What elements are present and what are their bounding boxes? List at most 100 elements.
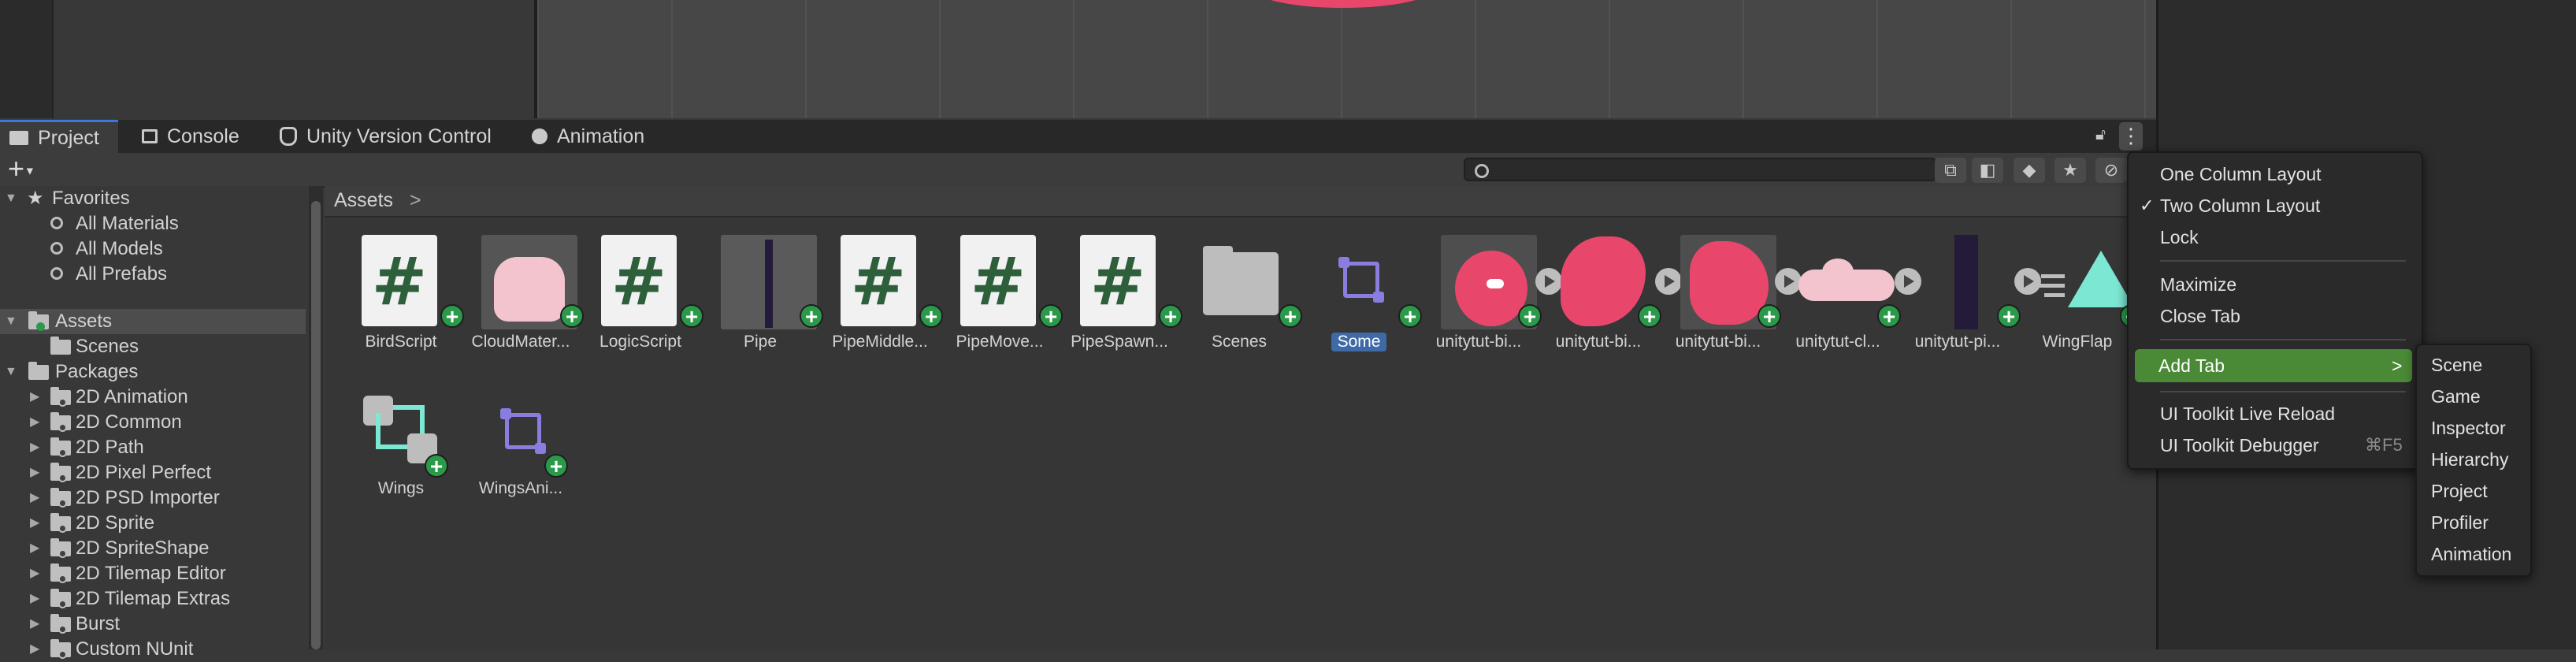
search-by-type-icon[interactable]: ⧉ bbox=[1935, 158, 1966, 183]
script-icon: # + bbox=[362, 235, 464, 328]
expand-arrow-icon[interactable]: ▶ bbox=[30, 435, 39, 460]
tree-item-all-prefabs[interactable]: All Prefabs bbox=[0, 262, 306, 287]
tree-item-all-materials[interactable]: All Materials bbox=[0, 211, 306, 236]
tree-label: Burst bbox=[76, 613, 121, 634]
submenu-item-scene[interactable]: Scene bbox=[2431, 355, 2482, 376]
tree-scrollbar-thumb[interactable] bbox=[311, 201, 321, 649]
expand-arrow-icon[interactable]: ▼ bbox=[5, 309, 17, 334]
package-folder-icon bbox=[50, 639, 71, 659]
menu-item-ui-toolkit-live-reload[interactable]: UI Toolkit Live Reload bbox=[2160, 404, 2335, 425]
tree-item-all-models[interactable]: All Models bbox=[0, 236, 306, 262]
search-input[interactable] bbox=[1464, 158, 1936, 181]
submenu-item-inspector[interactable]: Inspector bbox=[2431, 418, 2506, 439]
menu-separator bbox=[2160, 260, 2406, 262]
tree-item-package[interactable]: ▶ 2D Sprite bbox=[0, 511, 306, 536]
tree-item-assets[interactable]: ▼ Assets bbox=[0, 309, 306, 334]
tree-item-package[interactable]: ▶ Custom NUnit bbox=[0, 637, 306, 662]
animator-icon: + bbox=[1320, 235, 1422, 328]
asset-label: Pipe bbox=[743, 333, 778, 351]
menu-item-maximize[interactable]: Maximize bbox=[2160, 274, 2236, 296]
expand-arrow-icon[interactable]: ▼ bbox=[5, 186, 17, 211]
tree-label: 2D Tilemap Extras bbox=[76, 588, 231, 609]
menu-item-one-column-layout[interactable]: One Column Layout bbox=[2160, 164, 2322, 185]
filter-by-type-icon[interactable]: ◧ bbox=[1972, 158, 2003, 183]
submenu-item-project[interactable]: Project bbox=[2431, 481, 2488, 502]
tree-label: 2D Animation bbox=[76, 386, 188, 407]
chevron-down-icon: ▼ bbox=[24, 164, 35, 177]
menu-separator bbox=[2160, 339, 2406, 340]
tree-item-package[interactable]: ▶ 2D Animation bbox=[0, 385, 306, 410]
tree-item-package[interactable]: ▶ 2D Tilemap Editor bbox=[0, 561, 306, 586]
expand-arrow-icon[interactable]: ▶ bbox=[30, 586, 39, 612]
tree-item-scenes[interactable]: Scenes bbox=[0, 334, 306, 359]
expand-arrow-icon[interactable]: ▶ bbox=[30, 410, 39, 435]
asset-label: PipeSpawn... bbox=[1071, 333, 1168, 351]
menu-item-two-column-layout[interactable]: Two Column Layout bbox=[2160, 195, 2320, 217]
add-tab-submenu: Scene Game Inspector Hierarchy Project P… bbox=[2415, 344, 2532, 577]
breadcrumb-assets[interactable]: Assets bbox=[334, 189, 393, 212]
checkmark-icon: ✓ bbox=[2140, 195, 2155, 215]
tab-console[interactable]: Console bbox=[142, 120, 239, 153]
submenu-item-game[interactable]: Game bbox=[2431, 386, 2481, 407]
material-icon: + bbox=[481, 235, 584, 329]
blend-tree-icon: + bbox=[362, 381, 448, 478]
menu-item-add-tab-label: Add Tab bbox=[2158, 355, 2225, 376]
wing-sprite-icon: + bbox=[1559, 235, 1682, 328]
tree-label: All Models bbox=[76, 238, 163, 259]
tag-icon[interactable]: ◆ bbox=[2014, 158, 2045, 183]
search-icon bbox=[50, 217, 63, 229]
expand-arrow-icon[interactable]: ▶ bbox=[30, 460, 39, 485]
expand-arrow-icon[interactable]: ▶ bbox=[30, 561, 39, 586]
lock-icon[interactable]: 🔓︎ bbox=[2095, 126, 2106, 144]
submenu-item-hierarchy[interactable]: Hierarchy bbox=[2431, 449, 2508, 470]
expand-arrow-icon[interactable]: ▼ bbox=[5, 359, 17, 385]
wing-sprite-icon: + bbox=[1679, 235, 1802, 329]
tree-item-package[interactable]: ▶ 2D PSD Importer bbox=[0, 485, 306, 511]
animation-clip-icon: + bbox=[2038, 235, 2144, 328]
expand-arrow-icon[interactable]: ▶ bbox=[30, 612, 39, 637]
tree-item-package[interactable]: ▶ 2D Pixel Perfect bbox=[0, 460, 306, 485]
package-folder-icon bbox=[50, 563, 71, 583]
console-icon bbox=[142, 129, 158, 143]
tree-item-package[interactable]: ▶ 2D Tilemap Extras bbox=[0, 586, 306, 612]
tab-animation-label: Animation bbox=[557, 125, 645, 147]
tree-item-package[interactable]: ▶ 2D Common bbox=[0, 410, 306, 435]
tree-item-packages[interactable]: ▼ Packages bbox=[0, 359, 306, 385]
tree-item-favorites[interactable]: ▼ ★ Favorites bbox=[0, 186, 306, 211]
tree-label: 2D Path bbox=[76, 437, 144, 458]
tree-label: 2D Tilemap Editor bbox=[76, 563, 226, 584]
package-folder-icon bbox=[50, 589, 71, 608]
tab-animation[interactable]: Animation bbox=[532, 120, 644, 153]
asset-label: WingsAni... bbox=[478, 479, 563, 497]
expand-arrow-icon[interactable]: ▶ bbox=[30, 485, 39, 511]
folder-icon bbox=[28, 362, 49, 380]
tree-item-package[interactable]: ▶ 2D SpriteShape bbox=[0, 536, 306, 561]
more-options-icon[interactable]: ⋮ bbox=[2119, 122, 2143, 151]
menu-item-ui-toolkit-debugger[interactable]: UI Toolkit Debugger bbox=[2160, 435, 2319, 456]
tree-label: All Prefabs bbox=[76, 263, 168, 285]
folder-icon bbox=[50, 337, 71, 355]
submenu-item-animation[interactable]: Animation bbox=[2431, 544, 2511, 565]
search-icon bbox=[50, 242, 63, 255]
expand-arrow-icon[interactable]: ▶ bbox=[30, 511, 39, 536]
hidden-packages-icon[interactable]: ⊘ bbox=[2095, 158, 2127, 183]
menu-item-add-tab[interactable]: Add Tab > bbox=[2135, 349, 2412, 382]
create-button[interactable]: +▼ bbox=[8, 154, 35, 184]
tree-item-package[interactable]: ▶ Burst bbox=[0, 612, 306, 637]
tree-item-package[interactable]: ▶ 2D Path bbox=[0, 435, 306, 460]
package-folder-icon bbox=[50, 412, 71, 432]
expand-arrow-icon[interactable]: ▶ bbox=[30, 536, 39, 561]
folder-icon bbox=[9, 130, 28, 145]
menu-item-lock[interactable]: Lock bbox=[2160, 227, 2199, 248]
expand-arrow-icon[interactable]: ▶ bbox=[30, 637, 39, 662]
tree-label: Packages bbox=[55, 361, 139, 382]
star-icon[interactable]: ★ bbox=[2054, 158, 2086, 183]
package-folder-icon bbox=[50, 387, 71, 407]
submenu-item-profiler[interactable]: Profiler bbox=[2431, 512, 2489, 534]
expand-arrow-icon[interactable]: ▶ bbox=[30, 385, 39, 410]
menu-item-close-tab[interactable]: Close Tab bbox=[2160, 306, 2240, 327]
scene-view[interactable] bbox=[537, 0, 2156, 118]
tab-version-control[interactable]: Unity Version Control bbox=[280, 120, 492, 153]
tab-project-label: Project bbox=[38, 126, 99, 149]
tab-project[interactable]: Project bbox=[0, 120, 118, 153]
